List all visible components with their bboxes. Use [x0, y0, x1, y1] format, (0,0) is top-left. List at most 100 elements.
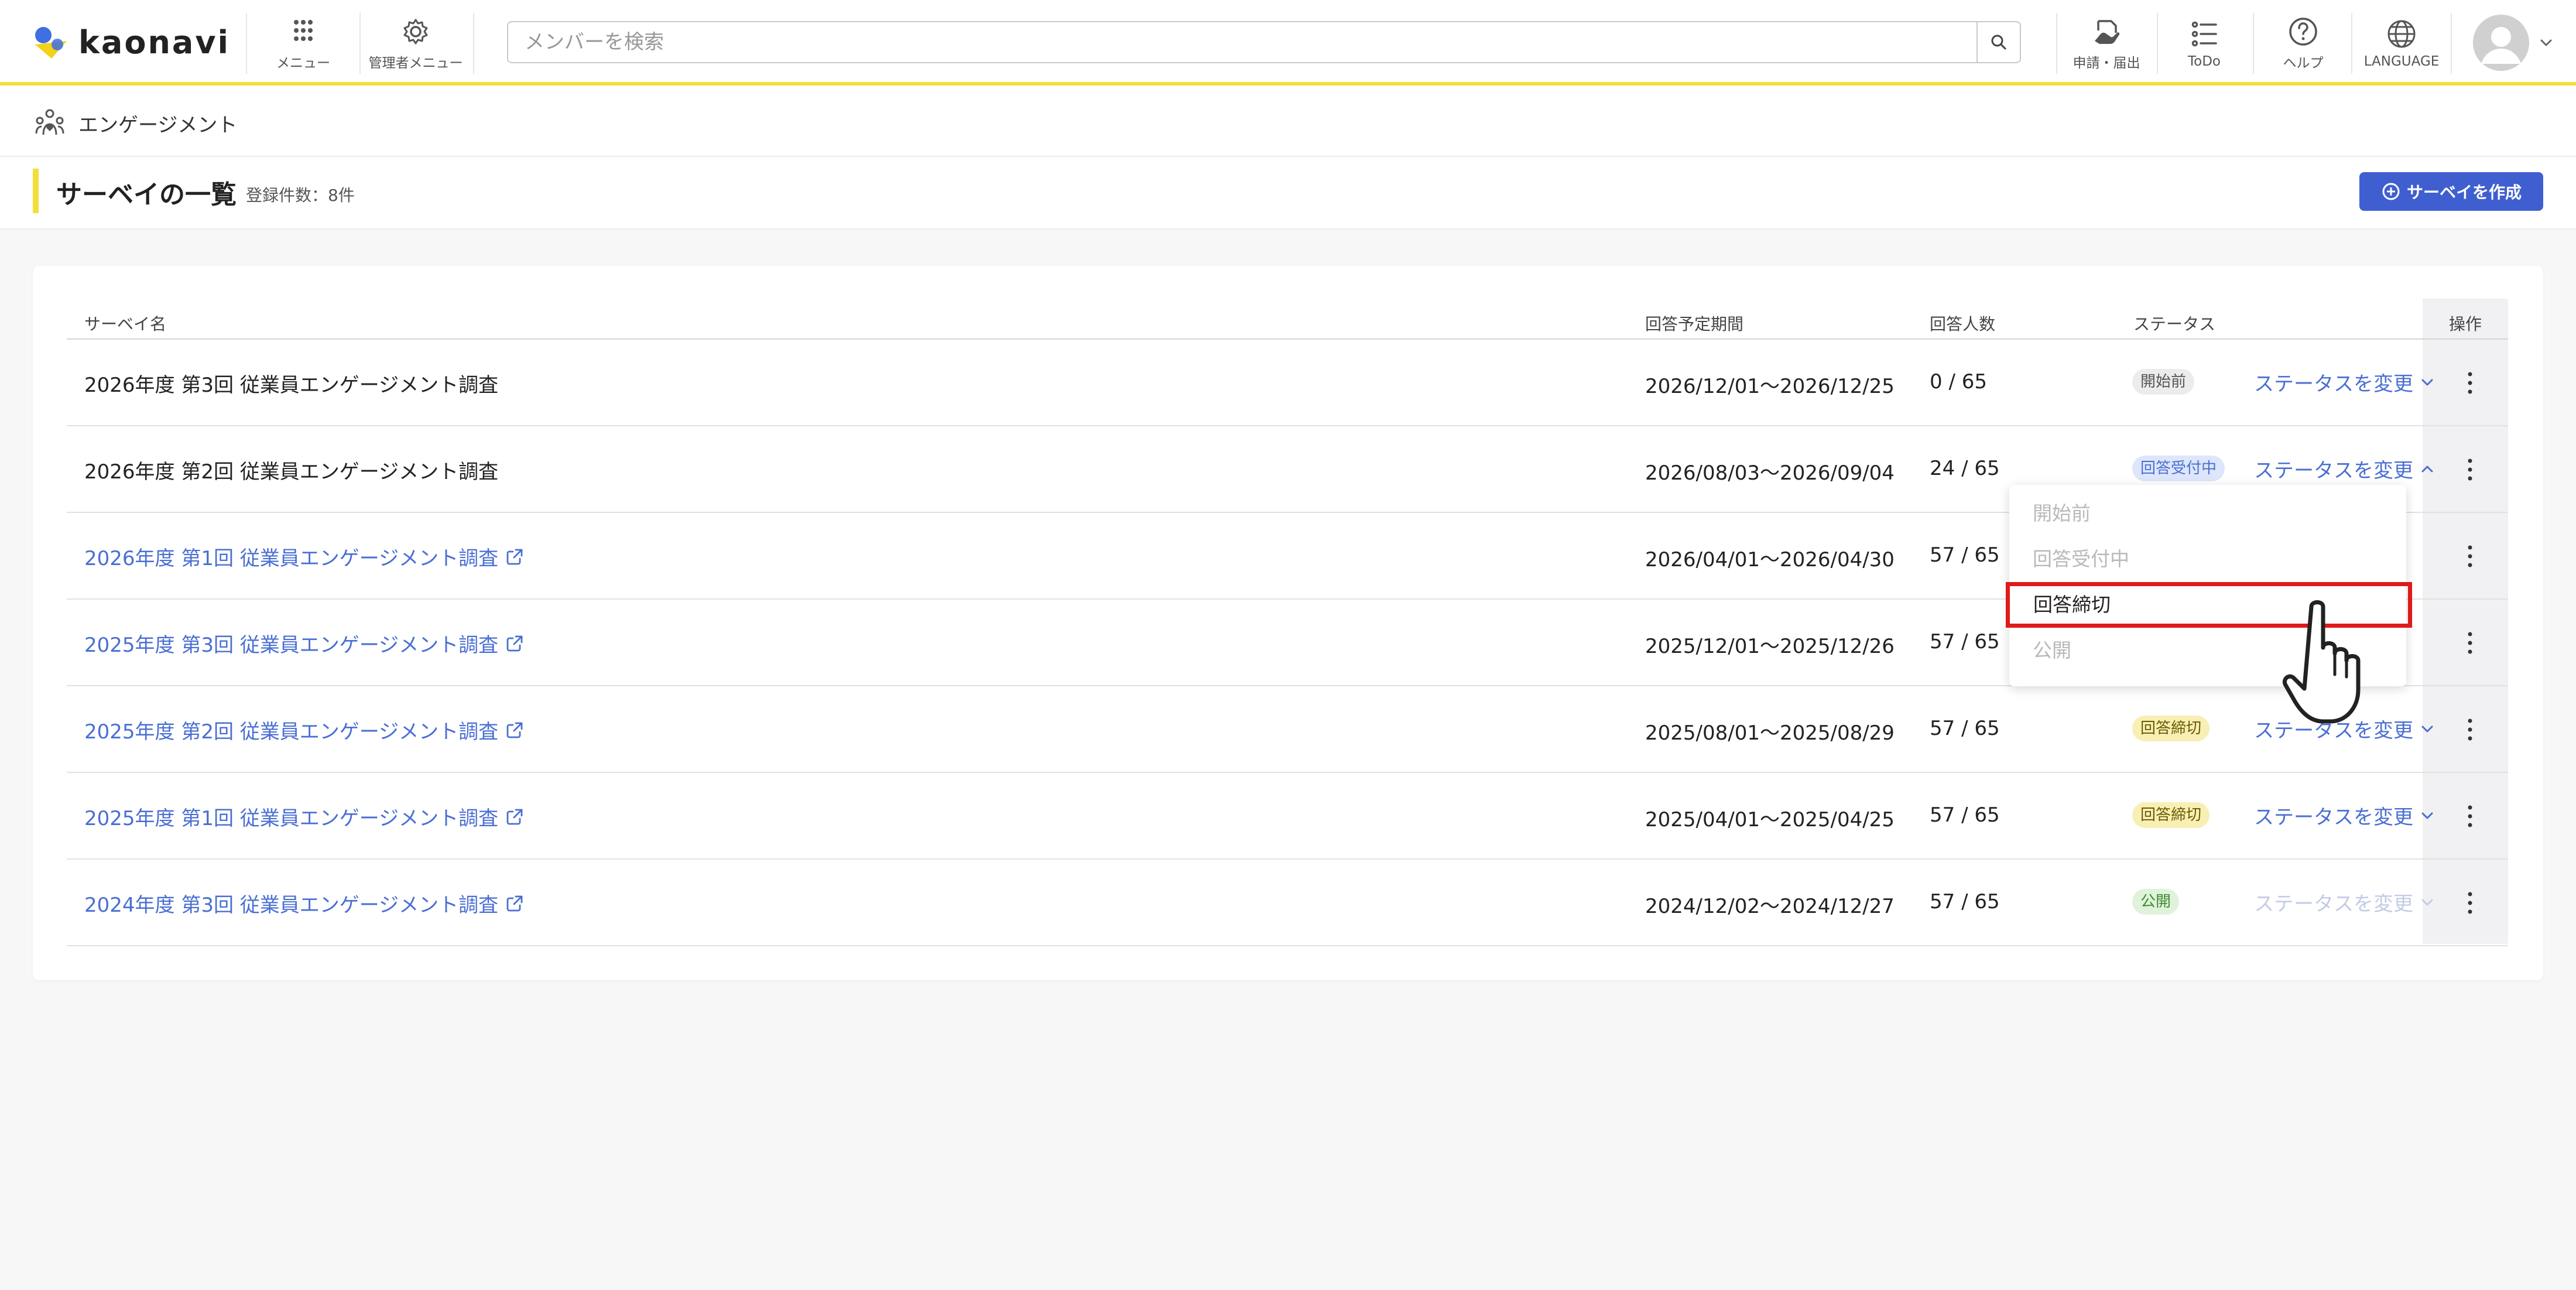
- help-button[interactable]: ヘルプ: [2256, 13, 2350, 74]
- create-survey-label: サーベイを作成: [2406, 183, 2522, 202]
- page-title: サーベイの一覧: [56, 180, 237, 210]
- title-accent-bar: [33, 169, 39, 213]
- chevron-down-icon[interactable]: [2537, 34, 2555, 52]
- todo-list-icon: [2191, 21, 2217, 47]
- status-badge: 回答締切: [2132, 802, 2210, 828]
- breadcrumb-label: エンゲージメント: [78, 114, 238, 137]
- kebab-icon: [2468, 892, 2472, 914]
- respondent-count: 57 / 65: [1930, 717, 2000, 740]
- survey-name-text: 2025年度 第3回 従業員エンゲージメント調査: [84, 634, 499, 657]
- change-status-dropdown[interactable]: ステータスを変更: [2254, 801, 2437, 830]
- table-row: 2025年度 第1回 従業員エンゲージメント調査 2025/04/01〜2025…: [67, 773, 2508, 860]
- survey-name-text: 2025年度 第1回 従業員エンゲージメント調査: [84, 807, 499, 830]
- row-actions-button[interactable]: [2455, 539, 2485, 574]
- survey-name-link[interactable]: 2025年度 第3回 従業員エンゲージメント調査: [84, 629, 525, 658]
- survey-name: 2026年度 第2回 従業員エンゲージメント調査: [84, 456, 498, 484]
- survey-period: 2025/12/01〜2025/12/26: [1645, 635, 1895, 658]
- table-header: サーベイ名 回答予定期間 回答人数 ステータス 操作: [67, 299, 2508, 340]
- row-actions-button[interactable]: [2455, 799, 2485, 834]
- respondent-count: 57 / 65: [1930, 543, 2000, 567]
- row-actions-button[interactable]: [2455, 625, 2485, 661]
- survey-name-link[interactable]: 2025年度 第1回 従業員エンゲージメント調査: [84, 802, 525, 831]
- help-icon: [2289, 18, 2317, 46]
- survey-name-text: 2026年度 第3回 従業員エンゲージメント調査: [84, 374, 499, 397]
- breadcrumb: エンゲージメント: [0, 85, 2576, 157]
- engagement-people-icon: [35, 109, 64, 135]
- kaonavi-logo[interactable]: kaonavi: [30, 21, 230, 63]
- change-status-label: ステータスを変更: [2254, 806, 2413, 829]
- header-divider: [473, 13, 474, 74]
- kebab-icon: [2468, 372, 2472, 394]
- apply-button[interactable]: 申請・届出: [2060, 13, 2153, 74]
- col-period: 回答予定期間: [1645, 314, 1744, 334]
- external-link-icon: [506, 549, 523, 564]
- table-row: 2024年度 第3回 従業員エンゲージメント調査 2024/12/02〜2024…: [67, 860, 2508, 946]
- chevron-up-icon: [2421, 466, 2433, 472]
- kebab-icon: [2468, 718, 2472, 741]
- respondent-count: 0 / 65: [1930, 370, 1987, 393]
- todo-label: ToDo: [2188, 54, 2221, 69]
- survey-name-link[interactable]: 2024年度 第3回 従業員エンゲージメント調査: [84, 889, 525, 918]
- search-input[interactable]: [509, 23, 1973, 61]
- search-icon: [1991, 35, 2006, 50]
- status-badge: 回答締切: [2132, 716, 2210, 741]
- respondent-count: 57 / 65: [1930, 803, 2000, 827]
- language-label: LANGUAGE: [2363, 54, 2440, 69]
- todo-button[interactable]: ToDo: [2160, 13, 2248, 74]
- kebab-icon: [2468, 545, 2472, 567]
- survey-name-text: 2026年度 第1回 従業員エンゲージメント調査: [84, 547, 499, 570]
- member-search: [507, 21, 2021, 63]
- user-avatar[interactable]: [2473, 15, 2529, 71]
- header-divider: [2451, 13, 2452, 74]
- row-actions-button[interactable]: [2455, 712, 2485, 747]
- survey-name-text: 2026年度 第2回 従業員エンゲージメント調査: [84, 460, 499, 484]
- survey-name-text: 2024年度 第3回 従業員エンゲージメント調査: [84, 894, 499, 917]
- header-divider: [2157, 13, 2158, 74]
- status-badge: 公開: [2132, 889, 2180, 915]
- header-divider: [246, 13, 247, 74]
- kebab-icon: [2468, 805, 2472, 827]
- table-row: 2026年度 第3回 従業員エンゲージメント調査 2026/12/01〜2026…: [67, 340, 2508, 426]
- row-actions-button[interactable]: [2455, 452, 2485, 487]
- status-option-not-started: 開始前: [2033, 502, 2091, 525]
- grid-icon: [294, 20, 313, 41]
- kaonavi-logo-icon: [35, 27, 67, 59]
- search-button[interactable]: [1976, 22, 2020, 62]
- status-badge: 開始前: [2132, 369, 2195, 395]
- change-status-dropdown-disabled: ステータスを変更: [2254, 888, 2437, 916]
- header-divider: [2253, 13, 2254, 74]
- survey-period: 2024/12/02〜2024/12/27: [1645, 895, 1895, 918]
- status-badge: 回答受付中: [2132, 456, 2225, 481]
- survey-name: 2026年度 第3回 従業員エンゲージメント調査: [84, 369, 498, 398]
- chevron-down-icon: [2421, 812, 2433, 819]
- col-status: ステータス: [2133, 314, 2216, 334]
- survey-name-link[interactable]: 2026年度 第1回 従業員エンゲージメント調査: [84, 542, 525, 571]
- change-status-label: ステータスを変更: [2254, 892, 2413, 916]
- admin-menu-button[interactable]: 管理者メニュー: [363, 13, 468, 74]
- header-divider: [2351, 13, 2352, 74]
- survey-name-link[interactable]: 2025年度 第2回 従業員エンゲージメント調査: [84, 716, 525, 744]
- hand-pointer-cursor-icon: [2283, 600, 2361, 724]
- row-actions-button[interactable]: [2455, 885, 2485, 921]
- logo-text: kaonavi: [78, 23, 231, 61]
- respondent-count: 24 / 65: [1930, 457, 2000, 480]
- respondent-count: 57 / 65: [1930, 630, 2000, 653]
- chevron-down-icon: [2421, 899, 2433, 905]
- menu-button[interactable]: メニュー: [267, 13, 340, 74]
- row-actions-button[interactable]: [2455, 365, 2485, 401]
- admin-menu-label: 管理者メニュー: [368, 56, 463, 71]
- change-status-label: ステータスを変更: [2254, 459, 2413, 483]
- language-button[interactable]: LANGUAGE: [2355, 13, 2448, 74]
- respondent-count: 57 / 65: [1930, 890, 2000, 913]
- help-label: ヘルプ: [2283, 56, 2324, 71]
- gear-icon: [403, 19, 428, 45]
- change-status-dropdown[interactable]: ステータスを変更: [2254, 368, 2437, 396]
- plus-circle-icon: [2382, 183, 2400, 200]
- col-respondents: 回答人数: [1930, 314, 1996, 334]
- apply-label: 申請・届出: [2073, 56, 2140, 71]
- create-survey-button[interactable]: サーベイを作成: [2359, 172, 2543, 211]
- external-link-icon: [506, 635, 523, 651]
- change-status-dropdown[interactable]: ステータスを変更: [2254, 454, 2437, 483]
- header-divider: [2056, 13, 2057, 74]
- change-status-label: ステータスを変更: [2254, 372, 2413, 396]
